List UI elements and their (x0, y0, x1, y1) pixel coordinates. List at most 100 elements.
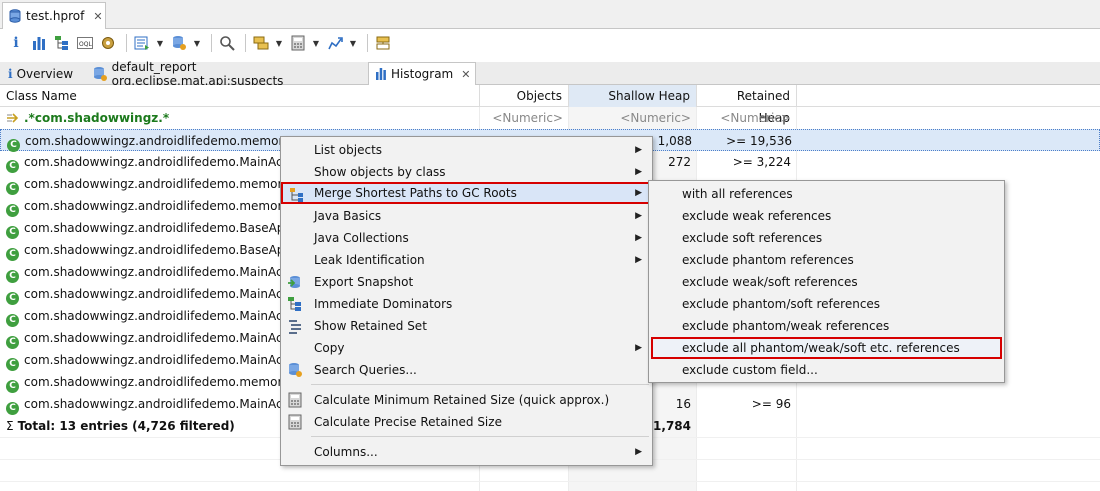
class-icon: C (6, 248, 19, 261)
submenu-item-exclude-weak[interactable]: exclude weak references (649, 205, 1004, 227)
query-browser-icon[interactable] (169, 33, 189, 53)
submenu-item-exclude-phantom-soft[interactable]: exclude phantom/soft references (649, 293, 1004, 315)
class-icon: C (6, 402, 19, 415)
menu-item-columns[interactable]: Columns... ▶ (281, 441, 652, 463)
close-icon[interactable]: ✕ (461, 68, 470, 81)
histogram-icon[interactable] (29, 33, 49, 53)
menu-item-immediate-dominators[interactable]: Immediate Dominators (281, 293, 652, 315)
svg-text:OQL: OQL (79, 41, 92, 48)
submenu-item-exclude-weak-soft[interactable]: exclude weak/soft references (649, 271, 1004, 293)
column-header-objects[interactable]: Objects (480, 85, 569, 107)
chevron-right-icon: ▶ (635, 233, 642, 243)
chevron-down-icon[interactable]: ▼ (348, 33, 358, 53)
retained-heap-value: >= 3,224 (732, 155, 791, 169)
chevron-down-icon[interactable]: ▼ (311, 33, 321, 53)
retained-heap-value: >= 96 (751, 397, 791, 411)
calculator-icon[interactable] (288, 33, 308, 53)
retained-heap-value: >= 19,536 (726, 134, 792, 148)
total-label: Total: 13 entries (4,726 filtered) (17, 419, 235, 433)
menu-item-copy[interactable]: Copy ▶ (281, 337, 652, 359)
toolbar-separator (245, 34, 246, 52)
class-icon: C (6, 270, 19, 283)
editor-tab-label: test.hprof (26, 9, 85, 23)
compare-icon[interactable] (373, 33, 393, 53)
column-header-class-name[interactable]: Class Name (0, 85, 480, 107)
class-name: com.shadowwingz.androidlifedemo.memor (25, 134, 281, 148)
tab-label: Histogram (391, 67, 454, 81)
class-icon: C (6, 336, 19, 349)
context-menu: List objects ▶ Show objects by class ▶ Mer… (280, 136, 653, 466)
menu-item-java-basics[interactable]: Java Basics ▶ (281, 205, 652, 227)
column-header-shallow-heap[interactable]: Shallow Heap (569, 85, 697, 107)
toolbar-separator (367, 34, 368, 52)
paths-to-gc-roots-icon (290, 188, 303, 202)
menu-item-search-queries[interactable]: Search Queries... (281, 359, 652, 381)
menu-item-list-objects[interactable]: List objects ▶ (281, 139, 652, 161)
column-header-retained-heap[interactable]: Retained Heap (697, 85, 797, 125)
class-name: com.shadowwingz.androidlifedemo.MainAc (24, 155, 280, 169)
chevron-right-icon: ▶ (635, 145, 642, 155)
group-by-icon[interactable] (251, 33, 271, 53)
calculator-icon (288, 392, 302, 408)
oql-icon[interactable]: OQL (75, 33, 95, 53)
shallow-heap-filter[interactable]: <Numeric> (569, 107, 697, 129)
tab-histogram[interactable]: Histogram ✕ (368, 62, 476, 85)
tab-overview[interactable]: i Overview (2, 62, 84, 85)
class-name: com.shadowwingz.androidlifedemo.BaseAp (24, 221, 280, 235)
menu-item-export-snapshot[interactable]: Export Snapshot (281, 271, 652, 293)
class-icon: C (6, 204, 19, 217)
retained-set-icon (289, 320, 301, 334)
info-icon[interactable]: i (6, 33, 26, 53)
histogram-icon (376, 68, 386, 80)
close-icon[interactable]: ✕ (93, 10, 102, 23)
tab-default-report[interactable]: default_report org.eclipse.mat.api:suspe… (86, 60, 366, 88)
class-name: com.shadowwingz.androidlifedemo.MainAc (24, 265, 280, 279)
chevron-down-icon[interactable]: ▼ (155, 33, 165, 53)
menu-item-calc-precise-retained[interactable]: Calculate Precise Retained Size (281, 411, 652, 433)
class-name: com.shadowwingz.androidlifedemo.BaseAp (24, 243, 280, 257)
run-report-icon[interactable] (132, 33, 152, 53)
toolbar-separator (126, 34, 127, 52)
chevron-right-icon: ▶ (635, 188, 642, 198)
submenu-item-with-all-references[interactable]: with all references (649, 183, 1004, 205)
export-icon[interactable] (325, 33, 345, 53)
menu-separator (311, 436, 649, 437)
toolbar: i OQL ▼ ▼ ▼ ▼ ▼ (0, 29, 1100, 57)
merge-paths-submenu: with all references exclude weak referen… (648, 180, 1005, 383)
gear-icon[interactable] (98, 33, 118, 53)
class-icon: C (6, 358, 19, 371)
objects-filter[interactable]: <Numeric> (480, 107, 569, 129)
class-name: com.shadowwingz.androidlifedemo.memor (24, 375, 280, 389)
class-name: com.shadowwingz.androidlifedemo.memor (24, 177, 280, 191)
class-name: com.shadowwingz.androidlifedemo.MainAc (24, 331, 280, 345)
submenu-item-exclude-phantom-weak[interactable]: exclude phantom/weak references (649, 315, 1004, 337)
submenu-item-exclude-phantom[interactable]: exclude phantom references (649, 249, 1004, 271)
search-icon[interactable] (217, 33, 237, 53)
menu-item-show-objects-by-class[interactable]: Show objects by class ▶ (281, 161, 652, 183)
menu-item-leak-identification[interactable]: Leak Identification ▶ (281, 249, 652, 271)
class-icon: C (6, 380, 19, 393)
filter-row: .*com.shadowwingz.* <Numeric> <Numeric> … (0, 107, 1100, 129)
query-browser-icon (289, 363, 302, 377)
class-name: com.shadowwingz.androidlifedemo.MainAc (24, 397, 280, 411)
menu-item-java-collections[interactable]: Java Collections ▶ (281, 227, 652, 249)
editor-tab-test-hprof[interactable]: test.hprof ✕ (2, 2, 106, 29)
retained-heap-filter[interactable]: <Numeric> (697, 107, 797, 129)
class-name-filter[interactable]: .*com.shadowwingz.* (0, 107, 480, 129)
sum-icon: Σ (6, 419, 14, 433)
chevron-down-icon[interactable]: ▼ (192, 33, 202, 53)
submenu-item-exclude-soft[interactable]: exclude soft references (649, 227, 1004, 249)
menu-separator (311, 384, 649, 385)
class-name: com.shadowwingz.androidlifedemo.MainAc (24, 309, 280, 323)
menu-item-show-retained-set[interactable]: Show Retained Set (281, 315, 652, 337)
row-divider (0, 481, 1100, 482)
heap-dump-icon (9, 9, 21, 23)
chevron-right-icon: ▶ (635, 211, 642, 221)
menu-item-merge-shortest-paths[interactable]: Merge Shortest Paths to GC Roots ▶ (281, 182, 652, 204)
submenu-item-exclude-all-phantom-weak-soft[interactable]: exclude all phantom/weak/soft etc. refer… (651, 337, 1002, 359)
chevron-down-icon[interactable]: ▼ (274, 33, 284, 53)
table-header: Class Name Objects Shallow Heap Retained… (0, 85, 1100, 125)
submenu-item-exclude-custom-field[interactable]: exclude custom field... (649, 359, 1004, 381)
dominator-tree-icon[interactable] (52, 33, 72, 53)
menu-item-calc-min-retained[interactable]: Calculate Minimum Retained Size (quick a… (281, 389, 652, 411)
